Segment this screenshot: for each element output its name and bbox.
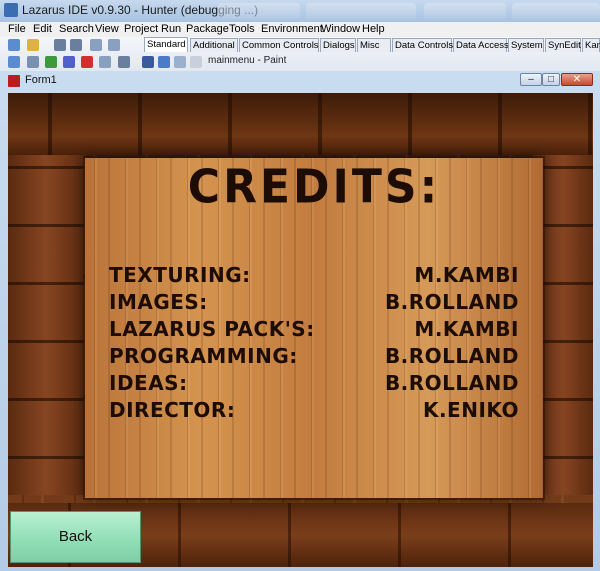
credit-role: TEXTURING: [109,263,251,287]
credit-role: LAZARUS PACK'S: [109,317,315,341]
credit-name: M.KAMBI [414,317,519,341]
menu-window[interactable]: Window [321,23,360,35]
ide-title-bar: Lazarus IDE v0.9.30 - Hunter (debugging … [0,0,600,22]
credit-row: TEXTURING: M.KAMBI [109,263,519,289]
credit-row: IMAGES: B.ROLLAND [109,290,519,316]
open-folder-icon[interactable] [27,39,39,51]
tab-data-controls[interactable]: Data Controls [392,38,453,52]
credit-row: DIRECTOR: K.ENIKO [109,398,519,424]
credits-scene: CREDITS: TEXTURING: M.KAMBI IMAGES: B.RO… [8,93,593,567]
paint-save-icon[interactable] [142,56,154,68]
menu-environment[interactable]: Environment [261,23,323,35]
form-app-icon [8,75,20,87]
background-window-tab [306,3,416,19]
new-unit-icon[interactable] [8,39,20,51]
tab-kam[interactable]: Kam [582,38,600,52]
menu-tools[interactable]: Tools [229,23,255,35]
credit-row: IDEAS: B.ROLLAND [109,371,519,397]
credit-row: PROGRAMMING: B.ROLLAND [109,344,519,370]
maximize-button[interactable]: □ [542,73,560,86]
pause-icon[interactable] [63,56,75,68]
tab-synedit[interactable]: SynEdit [545,38,581,52]
menu-run[interactable]: Run [161,23,181,35]
wood-left-wall [8,155,84,495]
menu-project[interactable]: Project [124,23,158,35]
toggle-form-icon[interactable] [90,39,102,51]
tab-dialogs[interactable]: Dialogs [320,38,356,52]
credit-name: K.ENIKO [422,398,519,422]
paint-window-label: mainmenu - Paint [208,55,287,66]
credits-panel: CREDITS: TEXTURING: M.KAMBI IMAGES: B.RO… [85,158,543,498]
tab-data-access[interactable]: Data Access [453,38,509,52]
minimize-button[interactable]: – [520,73,542,86]
credit-role: DIRECTOR: [109,398,236,422]
undo-icon[interactable] [158,56,170,68]
credit-name: B.ROLLAND [384,290,519,314]
menu-file[interactable]: File [8,23,26,35]
menu-package[interactable]: Package [186,23,229,35]
lazarus-app-icon [4,3,18,17]
tab-additional[interactable]: Additional [190,38,238,52]
background-window-tab [512,3,600,19]
redo-icon[interactable] [174,56,186,68]
tab-system[interactable]: System [508,38,544,52]
ide-toolbar: mainmenu - Paint Standard Additional Com… [0,37,600,72]
background-window-tab [424,3,506,19]
form1-window: Form1 – □ ✕ CREDITS: TEXTURING: M.KAMBI … [0,71,600,571]
credit-name: B.ROLLAND [384,371,519,395]
credit-role: PROGRAMMING: [109,344,298,368]
form1-title-bar[interactable]: Form1 – □ ✕ [0,71,600,91]
run-icon[interactable] [45,56,57,68]
menu-view[interactable]: View [95,23,119,35]
dropdown-arrow-icon[interactable] [190,56,202,68]
tab-common-controls[interactable]: Common Controls [239,38,319,52]
component-selector-icon[interactable] [118,56,130,68]
save-icon[interactable] [54,39,66,51]
view-forms-icon[interactable] [8,56,20,68]
back-button[interactable]: Back [10,511,141,563]
form1-title: Form1 [25,74,57,86]
view-units-icon[interactable] [108,39,120,51]
credit-name: M.KAMBI [414,263,519,287]
credit-row: LAZARUS PACK'S: M.KAMBI [109,317,519,343]
credits-heading: CREDITS: [187,160,441,215]
credit-name: B.ROLLAND [384,344,519,368]
save-all-icon[interactable] [70,39,82,51]
menu-search[interactable]: Search [59,23,94,35]
stop-icon[interactable] [81,56,93,68]
menu-help[interactable]: Help [362,23,385,35]
project-icon[interactable] [27,56,39,68]
ide-menu-bar: File Edit Search View Project Run Packag… [0,22,600,37]
background-window-tab [218,3,300,19]
tab-standard[interactable]: Standard [144,37,188,52]
tab-misc[interactable]: Misc [357,38,391,52]
step-into-icon[interactable] [99,56,111,68]
wood-top-beam [8,93,593,155]
credit-role: IMAGES: [109,290,208,314]
close-button[interactable]: ✕ [561,73,593,86]
credit-role: IDEAS: [109,371,188,395]
menu-edit[interactable]: Edit [33,23,52,35]
